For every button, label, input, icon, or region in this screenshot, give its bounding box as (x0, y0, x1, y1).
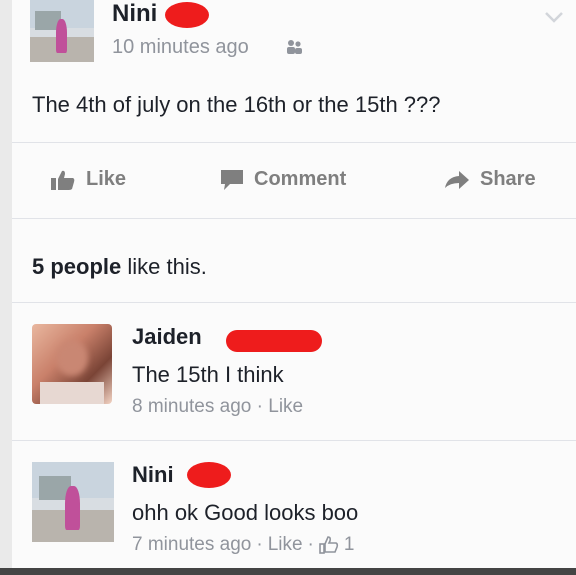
divider (12, 440, 576, 441)
divider (12, 302, 576, 303)
like-label: Like (86, 168, 127, 190)
share-button[interactable]: Share (444, 168, 536, 191)
post-text: The 4th of july on the 16th or the 15th … (32, 92, 441, 117)
comment-author-avatar[interactable] (32, 462, 114, 542)
post-author-name[interactable]: Nini (112, 0, 157, 28)
comment-meta: 7 minutes ago · Like · 1 (132, 534, 354, 556)
post-author-avatar[interactable] (30, 0, 94, 62)
like-button[interactable]: Like (50, 168, 126, 191)
comment-like-link[interactable]: Like (268, 396, 303, 417)
comment-like-count[interactable]: 1 (344, 534, 355, 556)
divider (12, 218, 576, 219)
friends-icon (287, 40, 302, 54)
comment-timestamp[interactable]: 7 minutes ago (132, 534, 251, 556)
likes-suffix: like this. (121, 254, 207, 279)
meta-separator: · (256, 534, 263, 555)
post-card: Nini 10 minutes ago The 4th of july on t… (12, 0, 576, 568)
avatar-shirt (40, 381, 104, 404)
share-label: Share (480, 168, 536, 190)
comment-button[interactable]: Comment (220, 168, 346, 191)
thumbs-up-outline-icon (319, 536, 339, 554)
comment-text: ohh ok Good looks boo (132, 500, 359, 525)
comment-label: Comment (254, 168, 347, 190)
meta-separator: · (307, 534, 314, 555)
avatar-person (64, 486, 80, 530)
chevron-down-icon[interactable] (544, 10, 564, 24)
comment-icon (221, 169, 243, 190)
avatar-face-blur (56, 340, 88, 376)
comment-like-link[interactable]: Like (268, 534, 303, 556)
meta-separator: · (256, 396, 263, 417)
comment-text: The 15th I think (132, 362, 284, 387)
share-arrow-icon (445, 170, 469, 189)
likes-count-link[interactable]: 5 people (32, 254, 121, 279)
name-redaction (226, 330, 322, 352)
bottom-bar (0, 568, 576, 575)
divider (12, 142, 576, 143)
avatar-person (55, 18, 68, 53)
likes-summary: 5 people like this. (32, 254, 207, 280)
post-timestamp[interactable]: 10 minutes ago (112, 36, 249, 59)
comment-author-avatar[interactable] (32, 324, 112, 404)
comment-meta: 8 minutes ago · Like (132, 396, 303, 418)
name-redaction (187, 462, 231, 488)
comment-author-name[interactable]: Jaiden (132, 324, 202, 350)
comment-timestamp[interactable]: 8 minutes ago (132, 396, 251, 417)
thumbs-up-icon (51, 170, 75, 190)
name-redaction (165, 2, 209, 28)
comment-author-name[interactable]: Nini (132, 462, 174, 488)
